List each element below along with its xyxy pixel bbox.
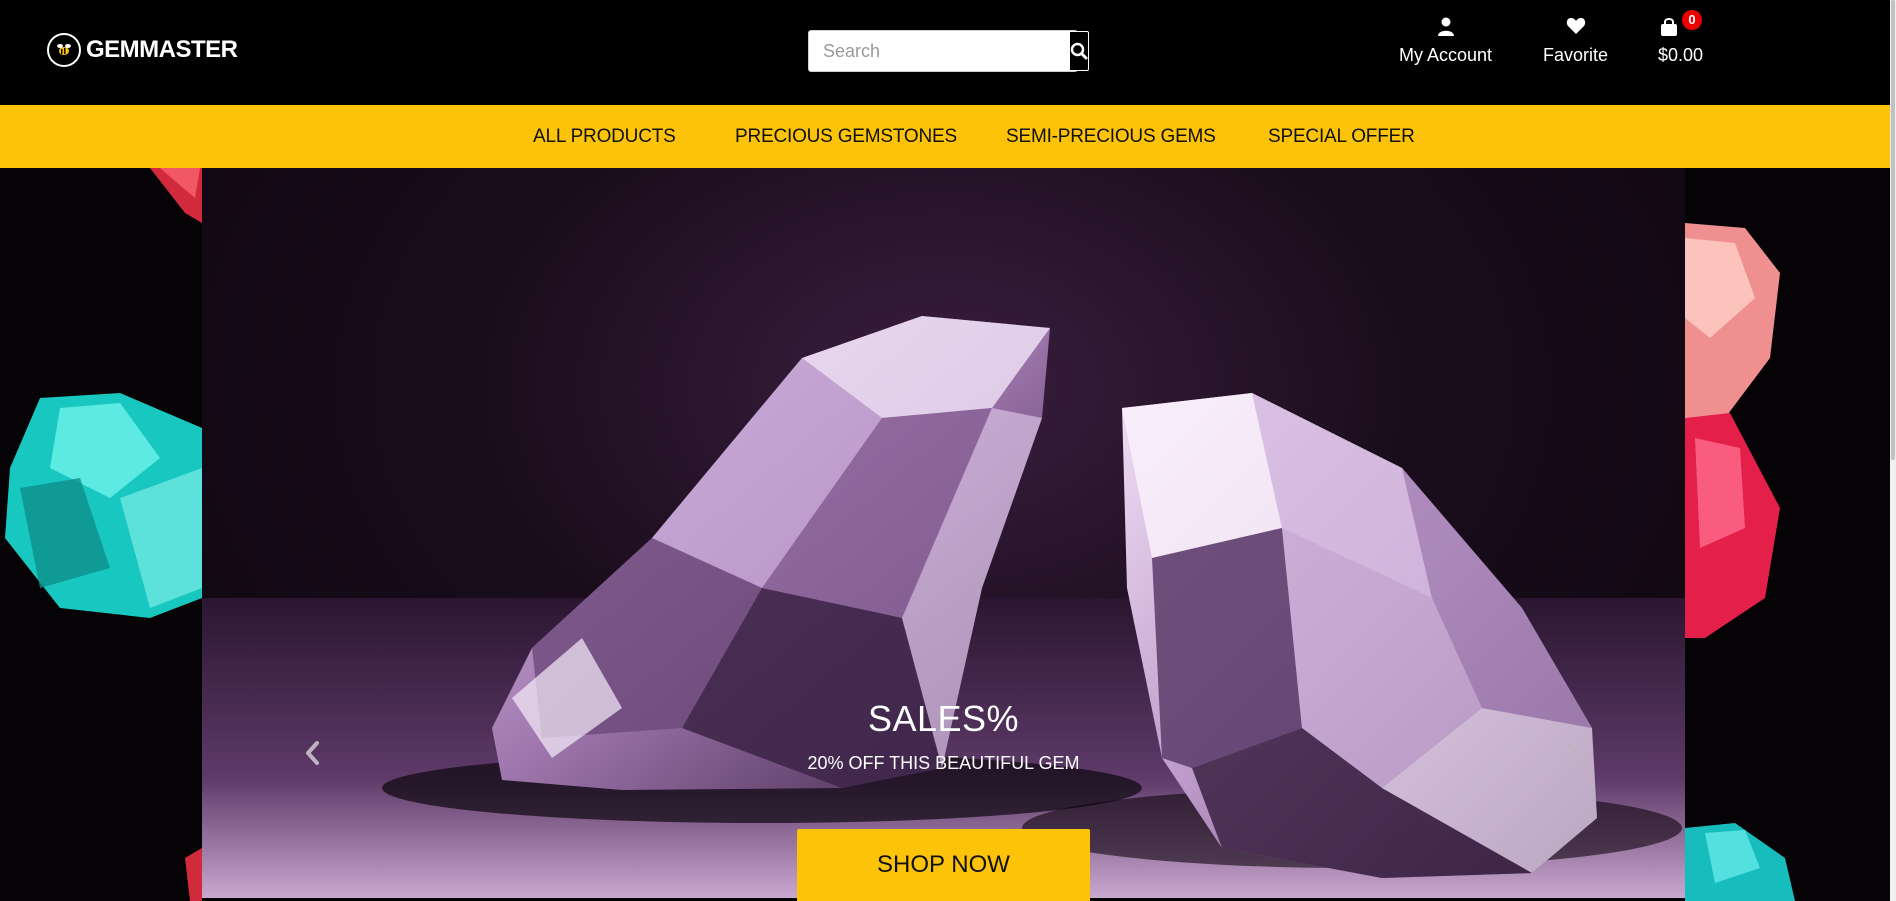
my-account-link[interactable]: My Account bbox=[1399, 17, 1492, 66]
shop-now-button[interactable]: SHOP NOW bbox=[797, 829, 1090, 901]
site-header: GEMMASTER My Account Favorite bbox=[0, 0, 1890, 105]
search-button[interactable] bbox=[1069, 31, 1089, 71]
favorite-label: Favorite bbox=[1543, 45, 1609, 65]
cart-count-badge: 0 bbox=[1682, 10, 1702, 30]
background-gems-left bbox=[0, 168, 202, 901]
shopping-bag-icon bbox=[1661, 18, 1677, 36]
nav-item-special-offer[interactable]: SPECIAL OFFER bbox=[1268, 105, 1415, 168]
nav-item-precious-gemstones[interactable]: PRECIOUS GEMSTONES bbox=[735, 105, 957, 168]
cart-total: $0.00 bbox=[1658, 45, 1704, 65]
brand-logo[interactable]: GEMMASTER bbox=[47, 33, 238, 67]
my-account-label: My Account bbox=[1399, 45, 1493, 65]
search-input[interactable] bbox=[809, 31, 1069, 71]
hero-carousel: SALES% 20% OFF THIS BEAUTIFUL GEM bbox=[202, 168, 1685, 898]
cart-link[interactable]: 0 $0.00 bbox=[1658, 10, 1704, 66]
nav-item-all-products[interactable]: ALL PRODUCTS bbox=[533, 105, 676, 168]
main-nav: ALL PRODUCTS PRECIOUS GEMSTONES SEMI-PRE… bbox=[0, 105, 1890, 168]
bee-logo-icon bbox=[47, 33, 81, 67]
diamonds-image bbox=[202, 316, 1685, 898]
heart-icon bbox=[1566, 17, 1585, 34]
search-icon bbox=[1070, 42, 1088, 60]
background-gems-right bbox=[1685, 168, 1890, 901]
scrollbar-thumb[interactable] bbox=[1891, 0, 1895, 460]
page-scrollbar[interactable] bbox=[1890, 0, 1896, 901]
brand-name: GEMMASTER bbox=[86, 36, 238, 63]
search-bar bbox=[808, 30, 1089, 72]
user-icon bbox=[1437, 17, 1454, 36]
hero-subtitle: 20% OFF THIS BEAUTIFUL GEM bbox=[807, 753, 1080, 773]
nav-item-semi-precious-gems[interactable]: SEMI-PRECIOUS GEMS bbox=[1006, 105, 1216, 168]
hero-title: SALES% bbox=[867, 698, 1020, 739]
favorite-link[interactable]: Favorite bbox=[1543, 17, 1608, 66]
